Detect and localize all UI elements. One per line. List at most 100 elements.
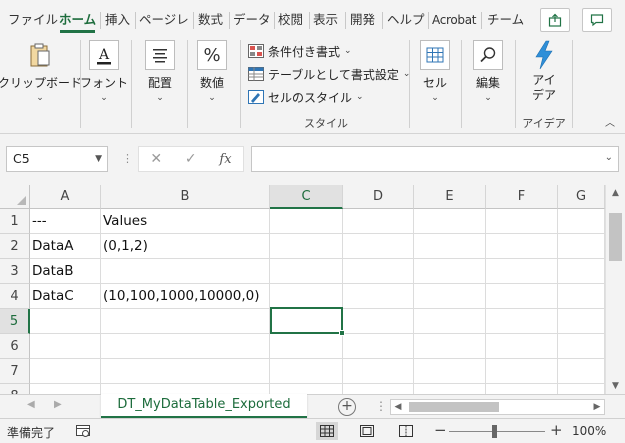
cell-e4[interactable] [414, 284, 486, 309]
normal-view-button[interactable] [316, 422, 338, 440]
cell-e1[interactable] [414, 209, 486, 234]
cell-a8[interactable] [30, 384, 101, 394]
row-header-5[interactable]: 5 [0, 309, 30, 334]
column-header-d[interactable]: D [343, 185, 414, 209]
cell-b8[interactable] [101, 384, 270, 394]
row-header-6[interactable]: 6 [0, 334, 30, 359]
tab-help[interactable]: ヘルプ [387, 10, 425, 30]
tab-split-handle[interactable]: ⋮ [375, 399, 387, 413]
vertical-scroll-thumb[interactable] [609, 213, 622, 261]
cell-g6[interactable] [558, 334, 605, 359]
cell-e8[interactable] [414, 384, 486, 394]
cell-e7[interactable] [414, 359, 486, 384]
page-break-view-button[interactable] [395, 422, 417, 440]
tab-formulas[interactable]: 数式 [198, 10, 223, 30]
share-button[interactable] [540, 8, 570, 32]
cell-d3[interactable] [343, 259, 414, 284]
cell-a4[interactable]: DataC [30, 284, 101, 309]
zoom-in-button[interactable]: + [550, 421, 563, 439]
cell-a6[interactable] [30, 334, 101, 359]
column-header-e[interactable]: E [414, 185, 486, 209]
chevron-down-icon[interactable]: ▼ [95, 147, 102, 171]
zoom-slider-track[interactable] [449, 431, 545, 432]
cell-e3[interactable] [414, 259, 486, 284]
tab-acrobat[interactable]: Acrobat [432, 10, 480, 30]
editing-button[interactable]: 編集 ⌄ [466, 40, 510, 103]
horizontal-scrollbar[interactable]: ◀ ▶ [390, 399, 605, 415]
cell-g3[interactable] [558, 259, 605, 284]
tab-page-layout[interactable]: ページレ [139, 10, 189, 30]
cell-b2[interactable]: (0,1,2) [101, 234, 270, 259]
cell-d4[interactable] [343, 284, 414, 309]
cell-c7[interactable] [270, 359, 343, 384]
cell-a5[interactable] [30, 309, 101, 334]
cell-c3[interactable] [270, 259, 343, 284]
collapse-ribbon-icon[interactable]: ︿ [605, 114, 615, 129]
cell-f3[interactable] [486, 259, 558, 284]
cell-d5[interactable] [343, 309, 414, 334]
add-sheet-button[interactable]: + [338, 398, 356, 416]
zoom-slider-thumb[interactable] [492, 425, 497, 438]
tab-insert[interactable]: 挿入 [105, 10, 130, 30]
conditional-formatting-button[interactable]: 条件付き書式 ⌄ [248, 41, 352, 61]
number-button[interactable]: % 数値 ⌄ [192, 40, 232, 103]
row-header-1[interactable]: 1 [0, 209, 30, 234]
scroll-up-icon[interactable]: ▲ [606, 185, 625, 201]
enter-icon[interactable]: ✓ [185, 151, 197, 167]
ideas-button[interactable]: アイ デア [522, 40, 566, 103]
chevron-down-icon[interactable]: ⌄ [605, 152, 613, 163]
row-header-2[interactable]: 2 [0, 234, 30, 259]
macro-record-icon[interactable] [76, 425, 90, 438]
zoom-out-button[interactable]: − [434, 421, 447, 439]
alignment-button[interactable]: 配置 ⌄ [138, 40, 182, 103]
scroll-left-icon[interactable]: ◀ [391, 400, 405, 414]
active-cell-outline[interactable] [270, 307, 345, 336]
zoom-level[interactable]: 100% [572, 424, 606, 438]
select-all-button[interactable] [0, 185, 30, 209]
scroll-down-icon[interactable]: ▼ [606, 378, 625, 394]
tab-review[interactable]: 校閲 [278, 10, 303, 30]
cell-b3[interactable] [101, 259, 270, 284]
cell-a2[interactable]: DataA [30, 234, 101, 259]
cell-f8[interactable] [486, 384, 558, 394]
clipboard-button[interactable]: クリップボード ⌄ [0, 40, 82, 103]
column-header-c[interactable]: C [270, 185, 343, 209]
formula-input[interactable]: ⌄ [251, 146, 619, 172]
cell-b4[interactable]: (10,100,1000,10000,0) [101, 284, 270, 309]
cell-f1[interactable] [486, 209, 558, 234]
cell-b7[interactable] [101, 359, 270, 384]
cell-g5[interactable] [558, 309, 605, 334]
sheet-prev-icon[interactable]: ◀ [27, 399, 35, 410]
cell-f5[interactable] [486, 309, 558, 334]
cell-b6[interactable] [101, 334, 270, 359]
cell-f6[interactable] [486, 334, 558, 359]
column-header-a[interactable]: A [30, 185, 101, 209]
cell-d2[interactable] [343, 234, 414, 259]
cell-g8[interactable] [558, 384, 605, 394]
row-header-3[interactable]: 3 [0, 259, 30, 284]
row-header-4[interactable]: 4 [0, 284, 30, 309]
tab-developer[interactable]: 開発 [350, 10, 375, 30]
tab-view[interactable]: 表示 [313, 10, 338, 30]
cell-e2[interactable] [414, 234, 486, 259]
tab-data[interactable]: データ [233, 10, 271, 30]
cell-c6[interactable] [270, 334, 343, 359]
cell-c4[interactable] [270, 284, 343, 309]
tab-team[interactable]: チーム [487, 10, 524, 30]
cells-button[interactable]: セル ⌄ [413, 40, 457, 103]
cell-d1[interactable] [343, 209, 414, 234]
cell-styles-button[interactable]: セルのスタイル ⌄ [248, 87, 364, 107]
fill-handle[interactable] [339, 330, 345, 336]
cell-a7[interactable] [30, 359, 101, 384]
cell-c2[interactable] [270, 234, 343, 259]
page-layout-view-button[interactable] [356, 422, 378, 440]
cell-g7[interactable] [558, 359, 605, 384]
scroll-right-icon[interactable]: ▶ [590, 400, 604, 414]
cell-g2[interactable] [558, 234, 605, 259]
column-header-g[interactable]: G [558, 185, 605, 209]
cell-c8[interactable] [270, 384, 343, 394]
vertical-scrollbar[interactable]: ▲ ▼ [605, 185, 625, 394]
cell-e6[interactable] [414, 334, 486, 359]
name-box[interactable]: C5 ▼ [6, 146, 108, 172]
row-header-7[interactable]: 7 [0, 359, 30, 384]
